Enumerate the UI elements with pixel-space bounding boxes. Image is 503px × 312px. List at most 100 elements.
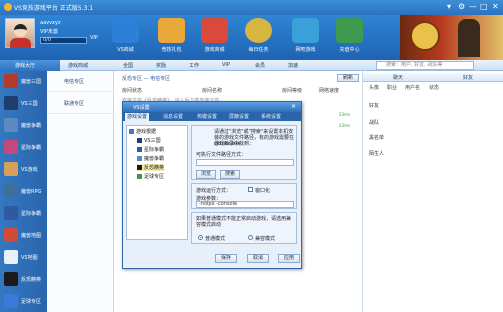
toolbar-accelerate[interactable]: 加速 — [288, 62, 298, 69]
save-button[interactable]: 保存 — [215, 254, 237, 263]
column-header: 头像 — [369, 85, 380, 91]
apply-button[interactable]: 应用 — [278, 254, 300, 263]
sidebar-item-label: VS游戏 — [21, 167, 38, 173]
browse-button[interactable]: 浏览 — [196, 170, 216, 179]
sidebar-item[interactable]: VS地图 — [0, 247, 47, 268]
nav-netbar-games[interactable]: 网吧游戏 — [287, 17, 324, 57]
nav-recharge[interactable]: 充值中心 — [331, 17, 368, 57]
tab-friends[interactable]: 好友 — [463, 74, 473, 81]
folder-icon — [129, 129, 134, 134]
tree-item[interactable]: 魔兽争霸 — [137, 155, 164, 162]
sidebar-item[interactable]: VS游戏 — [0, 159, 47, 180]
promo-banner[interactable] — [400, 15, 503, 60]
friend-group[interactable]: 黑名单 — [369, 134, 384, 141]
tree-label: 足球专区 — [144, 174, 165, 180]
vip-status[interactable]: VIP未激 — [40, 28, 58, 35]
settings-icon[interactable]: ⚙ — [458, 2, 465, 12]
tab-chat[interactable]: 聊天 — [393, 74, 403, 81]
refresh-button[interactable]: 刷新 — [337, 74, 359, 82]
sidebar-item[interactable]: 星际争霸 — [0, 137, 47, 158]
compat-mode-label: 兼容模式 — [255, 236, 276, 242]
dialog-title-bar[interactable]: VS设置 ✕ — [123, 102, 301, 112]
title-bar[interactable]: VS竞技游戏平台 正式版5.3.1 ▾ ⚙ — □ ✕ — [0, 0, 503, 15]
sidebar-item[interactable]: 反恐精英 — [0, 269, 47, 290]
nav-gift[interactable]: 竞技礼包 — [153, 17, 190, 57]
column-header[interactable]: 房间状态 — [122, 87, 142, 94]
tree-item[interactable]: 星际争霸 — [137, 146, 164, 153]
tab-label: 游戏大厅 — [15, 63, 36, 69]
zone-label: 电信专区 — [64, 79, 85, 85]
search-input[interactable]: 搜索：用户, 好友, 战队等 — [376, 61, 474, 70]
tab-hotkey-settings[interactable]: 热键设置 — [195, 113, 219, 121]
toolbar-members[interactable]: 会员 — [255, 62, 265, 69]
tab-message-settings[interactable]: 消息设置 — [161, 113, 185, 121]
toolbar-rewards[interactable]: 奖励 — [156, 62, 166, 69]
nav-store[interactable]: 游戏商城 — [196, 17, 233, 57]
sidebar-item[interactable]: VS三国 — [0, 93, 47, 114]
compat-mode-radio[interactable] — [248, 235, 253, 240]
normal-mode-radio[interactable] — [198, 235, 203, 240]
nav-label: 游戏商城 — [204, 47, 225, 53]
tab-system-settings[interactable]: 系统设置 — [259, 113, 283, 121]
exe-name: cstrike.exe — [214, 141, 242, 147]
toolbar-game-store[interactable]: 游戏商城 — [68, 62, 88, 69]
column-header[interactable]: 房间等级 — [282, 87, 302, 94]
column-header[interactable]: 网络速度 — [319, 87, 339, 94]
friend-group[interactable]: 好友 — [369, 102, 379, 109]
params-input[interactable]: -noipx -console — [196, 201, 294, 208]
cancel-button[interactable]: 取消 — [247, 254, 269, 263]
recharge-icon — [336, 18, 363, 43]
tab-block-settings[interactable]: 屏蔽设置 — [227, 113, 251, 121]
zone-item[interactable]: 联通专区 — [47, 93, 114, 114]
game-icon — [137, 165, 142, 170]
tab-game-lobby[interactable]: 游戏大厅 — [0, 60, 60, 71]
sidebar-item[interactable]: 魔兽地图 — [0, 225, 47, 246]
breadcrumb[interactable]: 反恐专区 — 电信专区 — [122, 75, 170, 82]
game-tree: 游戏根据 VS三国 星际争霸 魔兽争霸 反恐精英 足球专区 — [126, 125, 188, 240]
banner-logo-icon — [410, 21, 440, 51]
toolbar-work[interactable]: 工作 — [189, 62, 199, 69]
maximize-icon[interactable]: □ — [480, 2, 488, 12]
run-mode-group: 游戏运行方式： 窗口化 游戏参数： -noipx -console — [191, 183, 297, 209]
search-button[interactable]: 搜索 — [220, 170, 240, 179]
zone-label: 联通专区 — [64, 101, 85, 107]
path-label: 可执行文件路径方式： — [196, 152, 247, 158]
sidebar: 魔兽三国 VS三国 魔兽争霸 星际争霸 VS游戏 魔兽RPG 星际争霸 魔兽地图… — [0, 71, 47, 312]
friend-group[interactable]: 战队 — [369, 119, 379, 126]
gift-icon — [158, 18, 185, 43]
friends-tabs: 聊天 好友 — [363, 73, 503, 82]
compat-group: 如果普通模式不能正常启动游戏，请选用兼容模式启动 普通模式 兼容模式 — [191, 212, 297, 244]
column-header: 状态 — [429, 85, 440, 91]
minimize-icon[interactable]: — — [469, 2, 477, 12]
sidebar-item[interactable]: 星际争霸 — [0, 203, 47, 224]
tree-label: 游戏根据 — [136, 129, 157, 135]
path-input[interactable] — [196, 159, 294, 166]
toolbar-vip[interactable]: VIP — [222, 62, 230, 68]
settings-dialog: VS设置 ✕ 游戏设置 消息设置 热键设置 屏蔽设置 系统设置 游戏根据 VS三… — [122, 101, 302, 269]
tree-root[interactable]: 游戏根据 — [129, 128, 156, 135]
nav-daily-task[interactable]: 每日任务 — [240, 17, 277, 57]
tree-item-selected[interactable]: 反恐精英 — [137, 164, 165, 171]
toolbar-region[interactable]: 全国 — [123, 62, 133, 69]
close-icon[interactable]: ✕ — [492, 2, 499, 12]
skin-icon[interactable]: ▾ — [447, 2, 451, 12]
sidebar-item[interactable]: 足球专区 — [0, 291, 47, 312]
nav-vs-platform[interactable]: VS商城 — [107, 17, 144, 57]
column-header[interactable]: 房间名称 — [202, 87, 222, 94]
zone-item[interactable]: 电信专区 — [47, 71, 114, 92]
windowed-checkbox[interactable] — [248, 187, 253, 192]
sidebar-item[interactable]: 魔兽争霸 — [0, 115, 47, 136]
tree-item[interactable]: VS三国 — [137, 137, 161, 144]
avatar[interactable] — [5, 18, 35, 48]
ping-value: 23ms — [339, 123, 351, 128]
app-logo-icon — [4, 3, 12, 11]
sidebar-item[interactable]: 魔兽RPG — [0, 181, 47, 202]
tree-label: 星际争霸 — [144, 147, 165, 153]
friend-group[interactable]: 陌生人 — [369, 150, 384, 157]
vip-button[interactable]: VIP — [90, 35, 98, 41]
close-icon[interactable]: ✕ — [291, 103, 296, 110]
sidebar-item[interactable]: 魔兽三国 — [0, 71, 47, 92]
tab-game-settings[interactable]: 游戏设置 — [125, 113, 150, 121]
tree-item[interactable]: 足球专区 — [137, 173, 164, 180]
sidebar-item-label: 星际争霸 — [21, 211, 42, 217]
